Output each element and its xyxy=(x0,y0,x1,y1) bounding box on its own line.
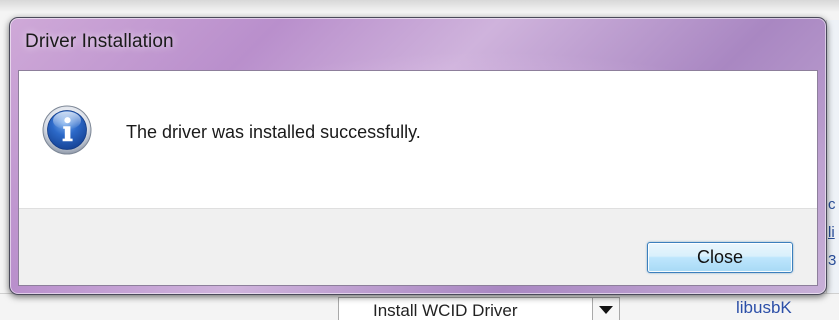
background-clipped-glyph: c xyxy=(828,196,836,213)
driver-action-dropdown[interactable]: Install WCID Driver xyxy=(338,297,620,320)
dialog-title: Driver Installation xyxy=(25,31,174,52)
driver-link[interactable]: libusbK xyxy=(736,298,792,318)
info-icon xyxy=(42,105,92,155)
background-clipped-glyph: li xyxy=(828,224,835,241)
dialog-content: The driver was installed successfully. C… xyxy=(18,70,818,286)
screen: c li 3 Install WCID Driver libusbK Drive… xyxy=(0,0,839,320)
driver-action-value: Install WCID Driver xyxy=(373,301,518,320)
background-toolbar: Install WCID Driver libusbK xyxy=(0,293,839,320)
close-button[interactable]: Close xyxy=(647,242,793,273)
background-clipped-glyph: 3 xyxy=(828,252,837,269)
message-area: The driver was installed successfully. xyxy=(19,71,817,208)
dialog-message: The driver was installed successfully. xyxy=(126,122,421,142)
dialog-button-bar: Close xyxy=(19,208,817,285)
chevron-down-icon xyxy=(599,306,613,314)
dropdown-arrow-button[interactable] xyxy=(592,298,619,320)
background-clipped-text: c li 3 xyxy=(828,195,838,285)
driver-installation-dialog: Driver Installation The driver was insta… xyxy=(9,17,827,295)
